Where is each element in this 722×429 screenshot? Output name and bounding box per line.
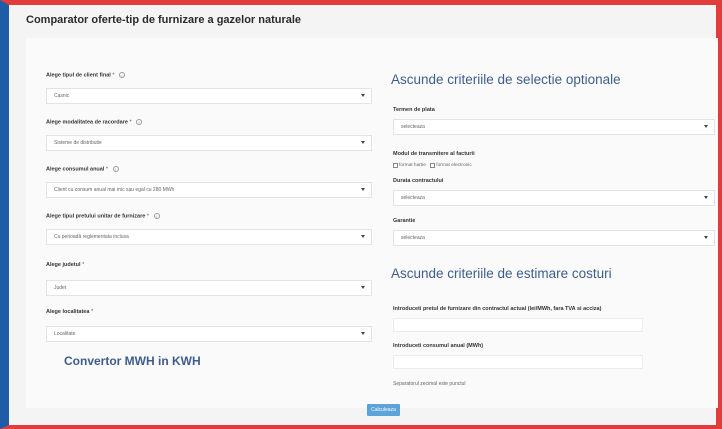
calculate-button[interactable]: Calculeaza [367, 404, 400, 416]
info-icon[interactable]: i [119, 72, 125, 78]
decimal-separator-hint: Separatorul zecimal este punctul [393, 381, 466, 387]
current-price-input[interactable] [393, 318, 643, 332]
locality-label: Alege localitatea * [46, 309, 94, 315]
chevron-down-icon [361, 141, 365, 144]
payment-term-select[interactable]: selecteaza [393, 119, 715, 135]
annual-consumption-input[interactable] [393, 355, 643, 369]
contract-duration-label: Durata contractului [393, 178, 444, 184]
payment-term-label: Termen de plata [393, 107, 435, 113]
paper-invoice-checkbox[interactable] [393, 163, 398, 168]
chevron-down-icon [361, 235, 365, 238]
required-mark: * [82, 262, 85, 268]
required-mark: * [129, 119, 132, 126]
payment-term-value: selecteaza [401, 124, 425, 130]
chevron-down-icon [704, 196, 708, 199]
toggle-optional-criteria[interactable]: Ascunde criteriile de selectie optionale [391, 72, 621, 87]
county-value: Judet [54, 285, 67, 291]
paper-invoice-label: format hartie [399, 163, 426, 168]
toggle-cost-criteria[interactable]: Ascunde criteriile de estimare costuri [391, 266, 612, 281]
guarantee-select[interactable]: selecteaza [393, 230, 715, 246]
chevron-down-icon [361, 188, 365, 191]
electronic-invoice-label: format electronic [436, 163, 472, 168]
chevron-down-icon [361, 94, 365, 97]
annual-consumption-value: Client cu consum anual mai mic sau egal … [54, 187, 175, 193]
chevron-down-icon [704, 125, 708, 128]
contract-duration-select[interactable]: selecteaza [393, 190, 715, 206]
annual-consumption-select[interactable]: Client cu consum anual mai mic sau egal … [46, 182, 372, 198]
client-type-value: Casnic [54, 93, 70, 99]
annual-consumption-label: Alege consumul anual * i [46, 166, 119, 172]
chevron-down-icon [361, 286, 365, 289]
annual-consumption-input-label: Introduceti consumul anual (MWh) [393, 343, 484, 349]
price-type-label: Alege tipul pretului unitar de furnizare… [46, 213, 160, 219]
electronic-invoice-checkbox[interactable] [430, 163, 436, 168]
billing-method-select[interactable]: Sisteme de distributie [46, 135, 372, 151]
county-select[interactable]: Judet [46, 280, 372, 296]
invoice-delivery-label: Modul de transmitere al facturii [393, 151, 475, 157]
county-label: Alege judetul * [46, 262, 85, 268]
chevron-down-icon [704, 236, 708, 239]
guarantee-label: Garantie [393, 218, 416, 224]
info-icon[interactable]: i [136, 119, 143, 125]
right-form-panel [382, 38, 718, 408]
required-mark: * [146, 213, 149, 220]
locality-select[interactable]: Localitate [46, 326, 372, 342]
convertor-link[interactable]: Convertor MWH in KWH [64, 354, 201, 368]
required-mark: * [112, 72, 115, 79]
billing-method-value: Sisteme de distributie [54, 140, 102, 146]
chevron-down-icon [361, 332, 365, 335]
page-title: Comparator oferte-tip de furnizare a gaz… [26, 14, 302, 26]
price-type-select[interactable]: Cu perioadă reglementata inclusa [46, 229, 372, 245]
required-mark: * [105, 166, 109, 173]
current-price-label: Introduceti pretul de furnizare din cont… [393, 306, 602, 312]
required-mark: * [90, 309, 94, 315]
locality-value: Localitate [54, 331, 76, 337]
guarantee-value: selecteaza [401, 235, 425, 241]
client-type-label: Alege tipul de client final * i [46, 72, 125, 78]
info-icon[interactable]: i [153, 213, 160, 219]
info-icon[interactable]: i [112, 166, 119, 172]
price-type-value: Cu perioadă reglementata inclusa [54, 234, 129, 240]
invoice-delivery-options: format hartie format electronic [393, 163, 475, 169]
billing-method-label: Alege modalitatea de racordare * i [46, 119, 143, 126]
client-type-select[interactable]: Casnic [46, 88, 372, 104]
contract-duration-value: selecteaza [401, 195, 425, 201]
